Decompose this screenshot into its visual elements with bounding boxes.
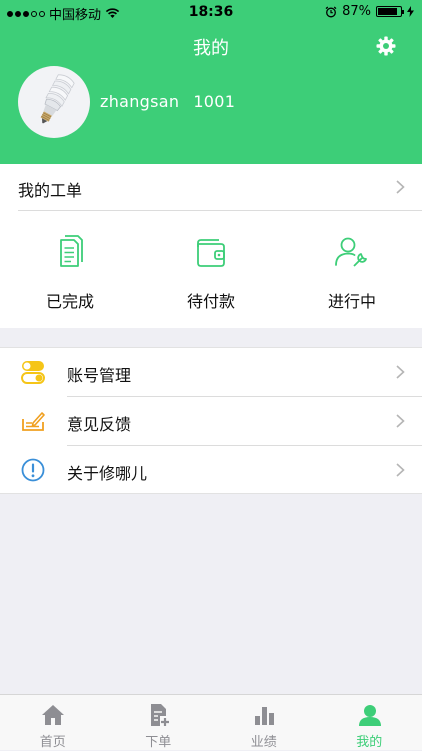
settings-menu: 账号管理 意见反馈 关于修哪儿 xyxy=(0,347,422,494)
order-in-progress-label: 进行中 xyxy=(292,288,412,312)
toggle-icon xyxy=(21,360,45,384)
battery-fill xyxy=(378,8,397,15)
menu-feedback-label: 意见反馈 xyxy=(67,411,131,435)
page-title: 我的 xyxy=(0,34,422,60)
profile-info: zhangsan 1001 xyxy=(100,92,235,111)
menu-feedback[interactable]: 意见反馈 xyxy=(0,397,422,446)
settings-gear-icon[interactable] xyxy=(376,36,396,56)
chevron-right-icon xyxy=(396,365,405,379)
profile-header: 中国移动 18:36 87% 我的 xyxy=(0,0,422,164)
order-pending-payment-label: 待付款 xyxy=(151,288,271,312)
feedback-pen-icon xyxy=(21,409,45,433)
home-icon xyxy=(41,703,65,727)
menu-account-management[interactable]: 账号管理 xyxy=(0,348,422,397)
menu-about-label: 关于修哪儿 xyxy=(67,460,147,484)
orders-section: 我的工单 已完成 待付款 进行中 xyxy=(0,164,422,328)
tab-order-label: 下单 xyxy=(106,731,212,750)
status-right: 87% xyxy=(325,4,414,19)
battery-icon xyxy=(376,6,402,17)
avatar[interactable] xyxy=(18,66,90,138)
divider xyxy=(18,210,422,211)
wallet-icon xyxy=(193,234,229,270)
bar-chart-icon xyxy=(252,703,276,727)
tab-mine-label: 我的 xyxy=(317,731,422,750)
order-pending-payment[interactable]: 待付款 xyxy=(151,234,271,312)
info-icon xyxy=(21,458,45,482)
chevron-right-icon xyxy=(396,180,405,194)
alarm-icon xyxy=(325,6,337,18)
order-in-progress[interactable]: 进行中 xyxy=(292,234,412,312)
tab-home[interactable]: 首页 xyxy=(0,695,106,751)
my-orders-row[interactable]: 我的工单 xyxy=(0,164,422,210)
user-wrench-icon xyxy=(334,234,370,270)
user-icon xyxy=(358,703,382,727)
light-bulb-image xyxy=(18,66,90,138)
order-completed-label: 已完成 xyxy=(10,288,130,312)
my-orders-label: 我的工单 xyxy=(18,177,82,201)
order-completed[interactable]: 已完成 xyxy=(10,234,130,312)
tab-home-label: 首页 xyxy=(0,731,106,750)
username: zhangsan xyxy=(100,92,179,111)
tab-order[interactable]: 下单 xyxy=(106,695,212,751)
charging-bolt-icon xyxy=(407,6,414,17)
tab-bar: 首页 下单 业绩 我的 xyxy=(0,694,422,750)
document-icon xyxy=(52,234,88,270)
tab-performance[interactable]: 业绩 xyxy=(211,695,317,751)
user-id: 1001 xyxy=(193,92,235,111)
battery-percent: 87% xyxy=(342,4,371,19)
chevron-right-icon xyxy=(396,463,405,477)
chevron-right-icon xyxy=(396,414,405,428)
order-add-icon xyxy=(147,703,171,727)
tab-mine[interactable]: 我的 xyxy=(317,695,422,751)
menu-about[interactable]: 关于修哪儿 xyxy=(0,446,422,495)
status-bar: 中国移动 18:36 87% xyxy=(0,0,422,24)
tab-performance-label: 业绩 xyxy=(211,731,317,750)
menu-account-label: 账号管理 xyxy=(67,362,131,386)
